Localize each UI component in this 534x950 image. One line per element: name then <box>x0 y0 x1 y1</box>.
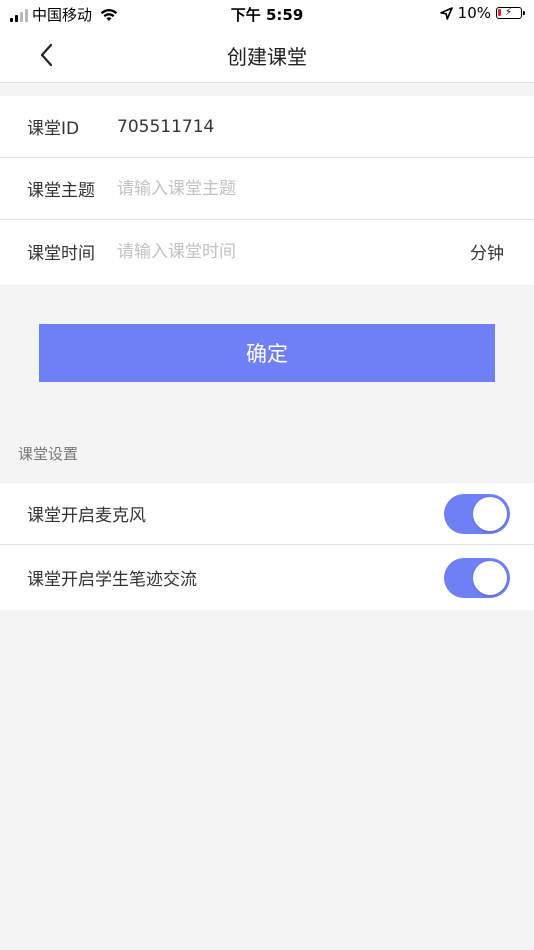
chevron-left-icon <box>40 43 53 67</box>
handwriting-toggle[interactable] <box>444 557 510 598</box>
location-arrow-icon <box>439 6 453 20</box>
duration-unit: 分钟 <box>470 244 504 264</box>
class-form: 课堂ID 705511714 课堂主题 课堂时间 分钟 <box>0 96 534 285</box>
handwriting-setting-label: 课堂开启学生笔迹交流 <box>27 570 197 590</box>
microphone-setting-label: 课堂开启麦克风 <box>27 506 146 526</box>
back-button[interactable] <box>32 40 62 70</box>
class-id-value: 705511714 <box>117 116 215 137</box>
battery-percent: 10% <box>457 4 491 22</box>
class-duration-row: 课堂时间 分钟 <box>0 220 534 283</box>
status-bar: 中国移动 下午 5:59 10% ⚡ <box>0 0 534 28</box>
class-duration-input[interactable] <box>117 241 437 262</box>
class-id-label: 课堂ID <box>27 119 80 139</box>
battery-icon: ⚡ <box>496 7 525 19</box>
status-right: 10% ⚡ <box>439 4 525 22</box>
class-id-row: 课堂ID 705511714 <box>0 96 534 158</box>
class-duration-label: 课堂时间 <box>27 244 95 264</box>
class-topic-row: 课堂主题 <box>0 158 534 220</box>
toggle-knob <box>473 496 507 531</box>
microphone-toggle[interactable] <box>444 493 510 534</box>
navigation-bar: 创建课堂 <box>0 28 534 83</box>
toggle-knob <box>473 560 507 595</box>
confirm-button[interactable]: 确定 <box>39 324 495 382</box>
handwriting-setting-row: 课堂开启学生笔迹交流 <box>0 545 534 610</box>
class-settings: 课堂开启麦克风 课堂开启学生笔迹交流 <box>0 483 534 610</box>
class-topic-input[interactable] <box>117 178 437 199</box>
settings-section-title: 课堂设置 <box>18 445 79 463</box>
charging-bolt-icon: ⚡ <box>505 7 513 18</box>
page-title: 创建课堂 <box>227 45 307 69</box>
microphone-setting-row: 课堂开启麦克风 <box>0 483 534 545</box>
class-topic-label: 课堂主题 <box>27 181 95 201</box>
